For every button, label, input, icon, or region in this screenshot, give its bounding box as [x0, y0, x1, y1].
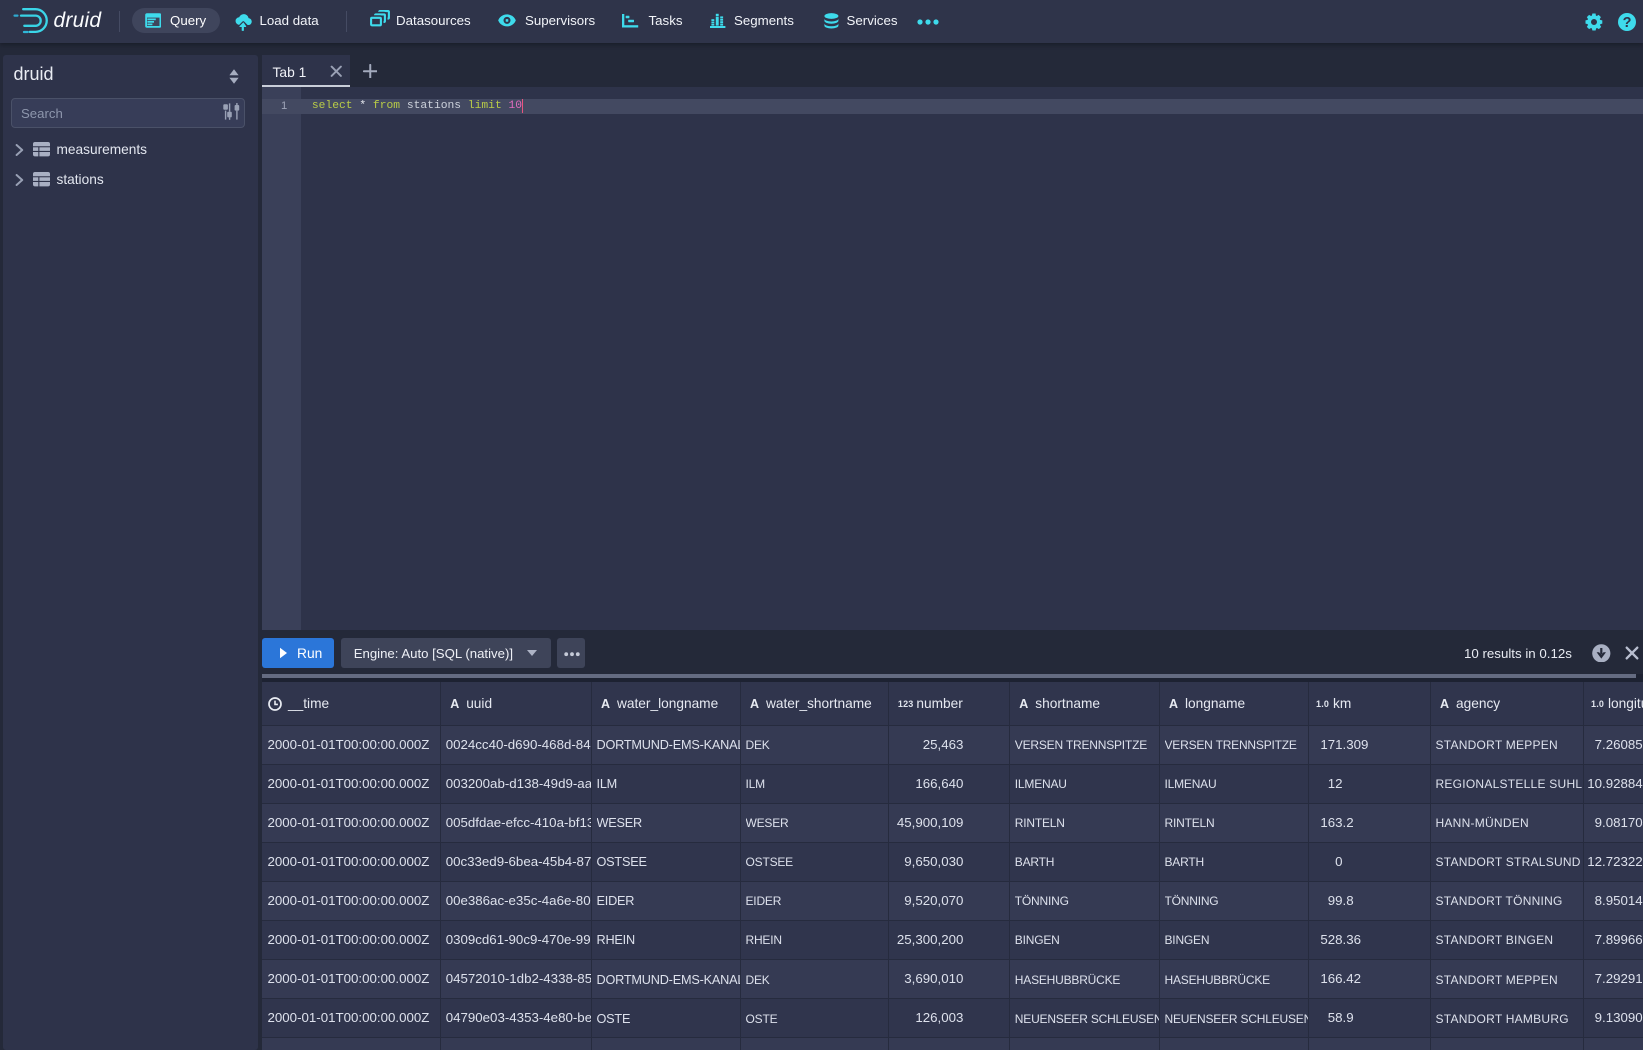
svg-text:?: ? — [1622, 15, 1631, 31]
